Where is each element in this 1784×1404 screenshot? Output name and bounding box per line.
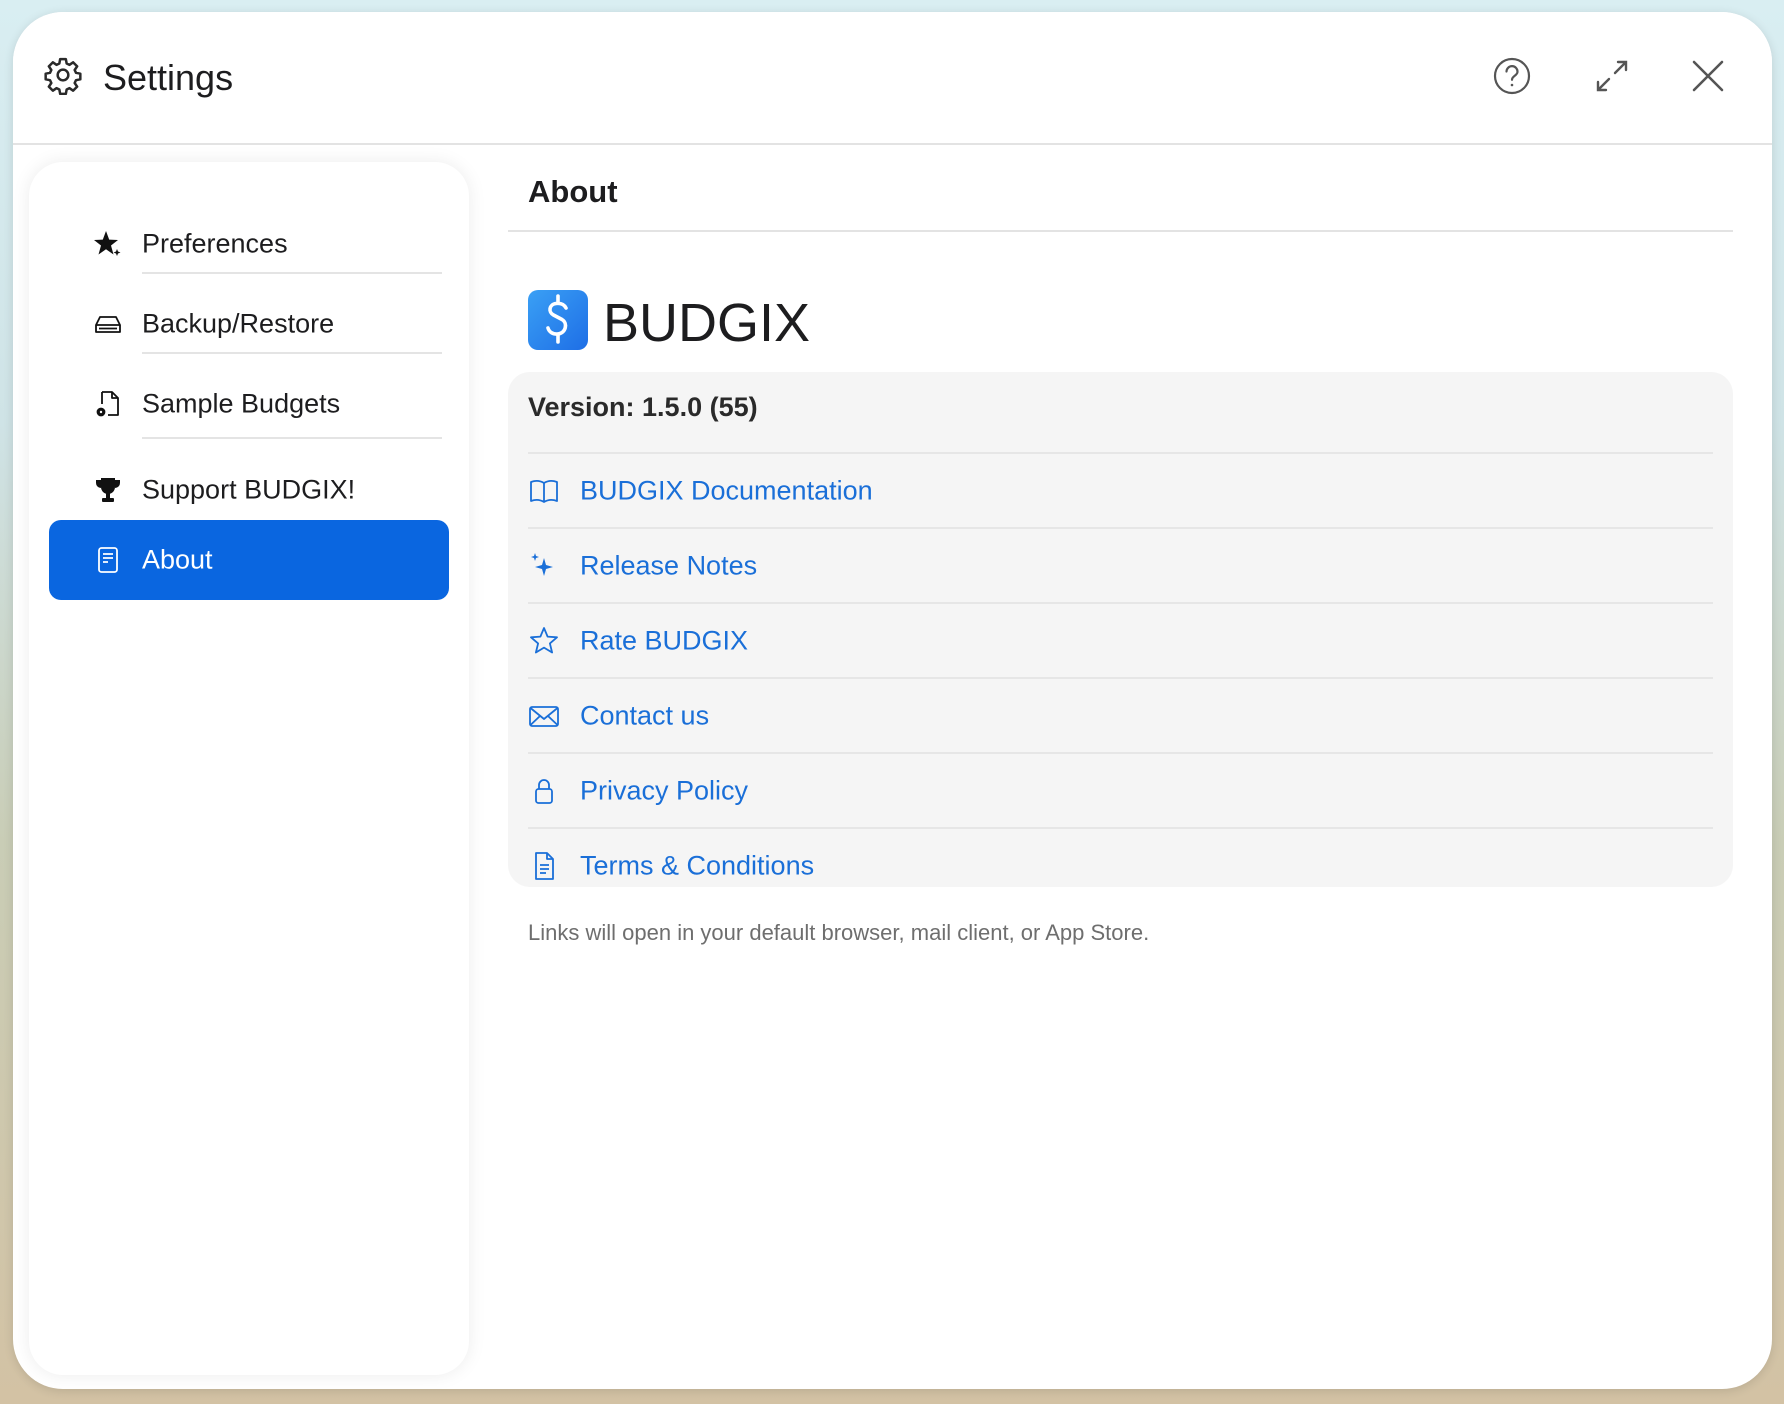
drive-icon — [93, 309, 123, 339]
title-bar: Settings — [13, 12, 1772, 145]
expand-arrows-icon — [1596, 60, 1628, 92]
sidebar-item-sample-budgets[interactable]: Sample Budgets — [49, 364, 449, 444]
close-icon — [1692, 60, 1724, 92]
sidebar-item-label: Preferences — [142, 228, 288, 259]
about-card: Version: 1.5.0 (55) BUDGIX Documentation… — [508, 372, 1733, 887]
rate-link[interactable]: Rate BUDGIX — [528, 604, 1713, 678]
app-logo — [528, 290, 588, 350]
help-button[interactable] — [1490, 54, 1534, 98]
link-label: Contact us — [580, 700, 710, 731]
star-sparkle-icon — [93, 229, 123, 259]
star-outline-icon — [528, 625, 560, 657]
release-notes-link[interactable]: Release Notes — [528, 529, 1713, 603]
link-label: Release Notes — [580, 550, 758, 581]
version-label: Version: 1.5.0 (55) — [528, 392, 758, 422]
divider — [142, 437, 442, 439]
terms-link[interactable]: Terms & Conditions — [528, 829, 1713, 903]
link-label: BUDGIX Documentation — [580, 475, 873, 506]
book-icon — [528, 475, 560, 507]
sidebar-item-label: Backup/Restore — [142, 308, 335, 339]
sidebar-item-label: About — [142, 544, 213, 575]
divider — [142, 272, 442, 274]
close-button[interactable] — [1686, 54, 1730, 98]
link-label: Rate BUDGIX — [580, 625, 749, 656]
sidebar-item-label: Support BUDGIX! — [142, 474, 356, 505]
sparkles-icon — [528, 550, 560, 582]
divider — [508, 230, 1733, 232]
expand-button[interactable] — [1590, 54, 1634, 98]
contact-link[interactable]: Contact us — [528, 679, 1713, 753]
lock-icon — [528, 775, 560, 807]
footnote-text: Links will open in your default browser,… — [528, 920, 1150, 945]
settings-window: Settings Preferences Backup/Restore Samp… — [13, 12, 1772, 1389]
document-icon — [528, 850, 560, 882]
envelope-icon — [528, 700, 560, 732]
window-title: Settings — [103, 57, 234, 98]
trophy-icon — [93, 475, 123, 505]
sidebar-item-label: Sample Budgets — [142, 388, 341, 419]
sidebar-item-about[interactable]: About — [49, 520, 449, 600]
divider — [142, 352, 442, 354]
privacy-policy-link[interactable]: Privacy Policy — [528, 754, 1713, 828]
link-label: Terms & Conditions — [580, 850, 815, 881]
dollar-icon — [546, 294, 568, 344]
sidebar-item-support[interactable]: Support BUDGIX! — [49, 450, 449, 530]
app-name: BUDGIX — [603, 293, 811, 353]
documentation-link[interactable]: BUDGIX Documentation — [528, 454, 1713, 528]
sidebar: Preferences Backup/Restore Sample Budget… — [29, 162, 469, 1375]
notepad-icon — [93, 545, 123, 575]
document-gear-icon — [93, 389, 123, 419]
page-title: About — [528, 174, 618, 209]
link-label: Privacy Policy — [580, 775, 749, 806]
gear-icon — [43, 55, 83, 95]
question-circle-icon — [1493, 57, 1531, 95]
